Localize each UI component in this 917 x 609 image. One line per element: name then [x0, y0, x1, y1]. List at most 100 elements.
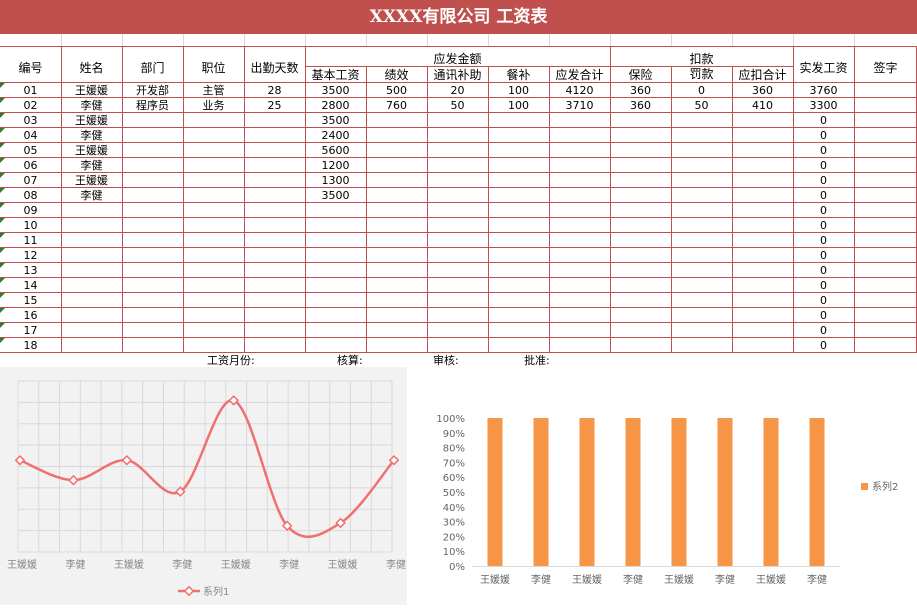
y-tick-label: 60% [443, 473, 465, 484]
cell-base: 3500 [322, 114, 350, 127]
y-tick-label: 80% [443, 444, 465, 455]
cell-marker [0, 173, 5, 178]
bar[interactable] [717, 418, 733, 566]
cell-id: 16 [24, 309, 38, 322]
cell-marker [0, 83, 5, 88]
cell-marker [0, 158, 5, 163]
cell-net: 0 [820, 309, 827, 322]
cell-fine: 0 [698, 84, 705, 97]
data-point[interactable] [121, 454, 133, 466]
cell-net: 0 [820, 144, 827, 157]
cell-net: 0 [820, 279, 827, 292]
cell-payable_total: 3710 [566, 99, 594, 112]
cell-base: 5600 [322, 144, 350, 157]
cell-base: 1300 [322, 174, 350, 187]
cell-id: 18 [24, 339, 38, 352]
cell-id: 09 [24, 204, 38, 217]
cell-net: 0 [820, 294, 827, 307]
bar[interactable] [625, 418, 641, 566]
x-tick-label: 李健 [531, 573, 551, 586]
y-tick-label: 10% [443, 547, 465, 558]
cell-id: 03 [24, 114, 38, 127]
cell-marker [0, 98, 5, 103]
cell-name: 王媛媛 [75, 173, 108, 187]
bar[interactable] [579, 418, 595, 566]
y-tick-label: 40% [443, 503, 465, 514]
cell-comm: 20 [451, 84, 465, 97]
legend-marker-icon [183, 585, 195, 597]
salary-table[interactable]: 编号 姓名 部门 职位 出勤天数 应发金额 扣款 基本工资 绩效 通讯补助 餐补 应发合计 保险 罚款 应扣… [0, 34, 917, 366]
line-chart[interactable]: 王媛媛 李健 王媛媛 李健 王媛媛 李健 王媛媛 李健 系列1 [0, 367, 407, 605]
bar[interactable] [809, 418, 825, 566]
cell-id: 11 [24, 234, 38, 247]
header-fine: 罚款 [689, 67, 713, 81]
cell-id: 06 [24, 159, 38, 172]
series-line [19, 399, 395, 538]
cell-meal: 100 [508, 99, 529, 112]
cell-id: 13 [24, 264, 38, 277]
x-tick-label: 王媛媛 [328, 558, 358, 571]
cell-net: 0 [820, 114, 827, 127]
cell-marker [0, 218, 5, 223]
cell-net: 0 [820, 219, 827, 232]
check-label: 核算: [337, 354, 363, 367]
cell-marker [0, 248, 5, 253]
approve-label: 批准: [524, 354, 550, 367]
legend-label: 系列1 [203, 585, 229, 598]
cell-marker [0, 143, 5, 148]
header-position: 职位 [201, 60, 225, 75]
cell-dept: 开发部 [136, 83, 169, 97]
data-point[interactable] [14, 454, 26, 466]
cell-position: 业务 [203, 99, 225, 112]
x-tick-label: 王媛媛 [480, 573, 510, 586]
cell-net: 3760 [810, 84, 838, 97]
header-deduct-group: 扣款 [689, 52, 713, 66]
cell-marker [0, 263, 5, 268]
bar[interactable] [671, 418, 687, 566]
cell-net: 3300 [810, 99, 838, 112]
cell-marker [0, 323, 5, 328]
header-payable_total: 应发合计 [555, 67, 603, 82]
cell-net: 0 [820, 159, 827, 172]
x-tick-label: 王媛媛 [664, 573, 694, 586]
y-tick-label: 50% [443, 488, 465, 499]
y-tick-label: 20% [443, 532, 465, 543]
header-insurance: 保险 [628, 67, 652, 82]
cell-comm: 50 [451, 99, 465, 112]
x-tick-label: 李健 [715, 573, 735, 586]
cell-payable_total: 4120 [566, 84, 594, 97]
bar[interactable] [533, 418, 549, 566]
cell-net: 0 [820, 264, 827, 277]
cell-id: 07 [24, 174, 38, 187]
x-tick-label: 李健 [623, 573, 643, 586]
bar-chart[interactable]: 0% 10% 20% 30% 40% 50% 60% 70% 80% 90% 100% 王媛媛 李健 王媛… [408, 367, 917, 605]
bar[interactable] [763, 418, 779, 566]
cell-net: 0 [820, 249, 827, 262]
legend-label: 系列2 [872, 480, 898, 493]
data-point[interactable] [68, 474, 79, 486]
x-tick-label: 李健 [172, 558, 192, 571]
cell-id: 17 [24, 324, 38, 337]
bar[interactable] [487, 418, 503, 566]
cell-dept: 程序员 [136, 98, 169, 112]
cell-name: 王媛媛 [75, 143, 108, 157]
cell-net: 0 [820, 324, 827, 337]
sheet-title: XXXX有限公司 工资表 [0, 0, 917, 34]
cell-marker [0, 338, 5, 343]
cell-marker [0, 308, 5, 313]
cell-id: 01 [24, 84, 38, 97]
cell-perf: 760 [386, 99, 407, 112]
cell-marker [0, 233, 5, 238]
cell-id: 10 [24, 219, 38, 232]
cell-name: 王媛媛 [75, 83, 108, 97]
header-name: 姓名 [79, 60, 103, 75]
header-base: 基本工资 [311, 68, 359, 82]
cell-marker [0, 203, 5, 208]
header-comm: 通讯补助 [433, 68, 481, 82]
cell-marker [0, 128, 5, 133]
y-tick-label: 70% [443, 458, 465, 469]
y-tick-label: 30% [443, 518, 465, 529]
cell-days: 25 [268, 99, 282, 112]
cell-base: 3500 [322, 84, 350, 97]
legend-swatch-icon [861, 483, 868, 490]
